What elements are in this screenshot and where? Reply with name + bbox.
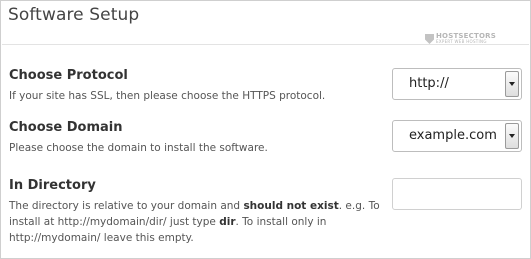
panel-title: Software Setup	[8, 5, 140, 25]
software-setup-panel: Software Setup HOSTSECTORS EXPERT WEB HO…	[0, 0, 531, 259]
protocol-help: If your site has SSL, then please choose…	[9, 90, 326, 102]
protocol-select[interactable]: http://	[392, 68, 522, 100]
domain-label: Choose Domain	[9, 120, 123, 135]
title-divider	[2, 44, 529, 45]
domain-select[interactable]: example.com	[392, 120, 522, 152]
protocol-label: Choose Protocol	[9, 68, 128, 83]
directory-input[interactable]	[392, 178, 522, 210]
chevron-down-icon[interactable]	[505, 123, 519, 149]
directory-help: The directory is relative to your domain…	[9, 200, 380, 244]
protocol-selected-value: http://	[409, 76, 449, 91]
domain-section: Choose Domain Please choose the domain t…	[9, 120, 389, 156]
domain-help: Please choose the domain to install the …	[9, 142, 268, 154]
shield-icon	[425, 34, 434, 44]
chevron-down-icon[interactable]	[505, 71, 519, 97]
protocol-section: Choose Protocol If your site has SSL, th…	[9, 68, 389, 104]
domain-selected-value: example.com	[409, 128, 497, 143]
directory-label: In Directory	[9, 178, 96, 193]
directory-section: In Directory The directory is relative t…	[9, 178, 384, 246]
